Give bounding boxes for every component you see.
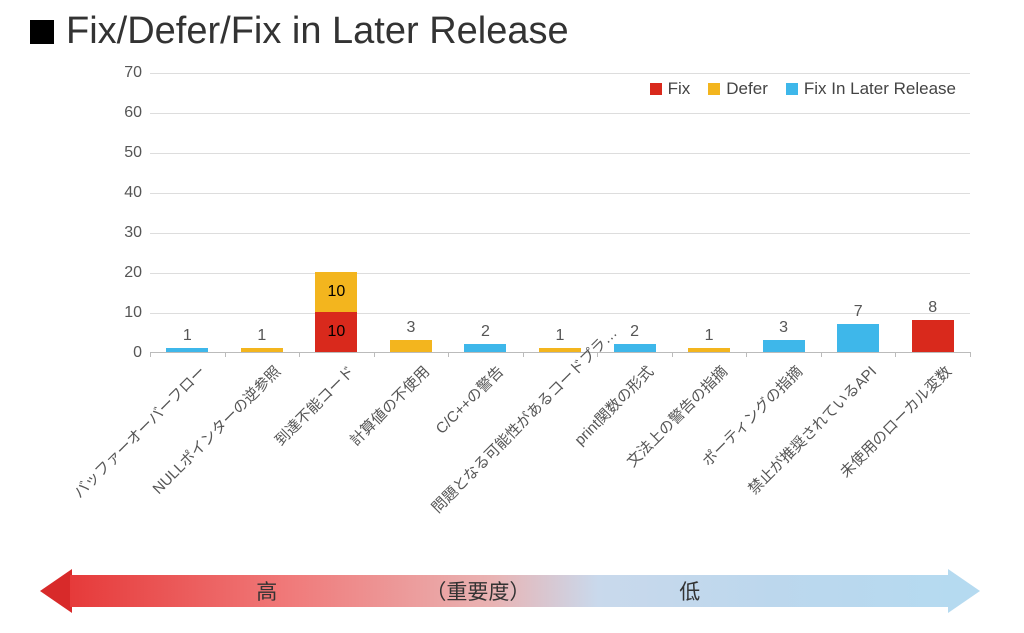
category-label: 計算値の不使用 [277, 361, 433, 517]
bar-group: 3 [390, 340, 432, 352]
x-tick [225, 352, 226, 357]
title-row: Fix/Defer/Fix in Later Release [30, 10, 994, 53]
bar-segment-fix [912, 320, 954, 352]
bar-segment-defer: 10 [315, 272, 357, 312]
bar-segment-later [614, 344, 656, 352]
category-label: C/C++の警告 [352, 361, 508, 517]
x-tick [448, 352, 449, 357]
bar-group: 1 [241, 348, 283, 352]
category-label: 文法上の警告の指摘 [576, 361, 732, 517]
legend-defer-swatch [708, 83, 720, 95]
y-tick-label: 60 [110, 105, 150, 121]
x-tick [970, 352, 971, 357]
legend-defer-label: Defer [726, 79, 768, 99]
bar-top-label: 3 [406, 319, 415, 337]
priority-mid-label: （重要度） [425, 576, 530, 606]
legend-later-label: Fix In Later Release [804, 79, 956, 99]
gridline [150, 273, 970, 274]
gridline [150, 113, 970, 114]
bar-top-label: 1 [705, 327, 714, 345]
legend-defer: Defer [708, 79, 768, 99]
bar-top-label: 1 [556, 327, 565, 345]
bar-segment-later [166, 348, 208, 352]
bar-segment-defer [390, 340, 432, 352]
bar-top-label: 2 [481, 323, 490, 341]
chart-area: Fix Defer Fix In Later Release 0 10 20 30 40… [80, 63, 1000, 513]
bar-segment-later [837, 324, 879, 352]
category-label: 問題となる可能性があるコードプラ… [427, 361, 583, 517]
category-label: NULLポインターの逆参照 [128, 361, 284, 517]
title-bullet-icon [30, 20, 54, 44]
bar-group: 2 [464, 344, 506, 352]
legend-fix-swatch [650, 83, 662, 95]
bar-top-label: 2 [630, 323, 639, 341]
bar-group: 1 [166, 348, 208, 352]
slide-root: Fix/Defer/Fix in Later Release Fix Defer… [0, 0, 1024, 633]
gridline [150, 153, 970, 154]
y-tick-label: 40 [110, 185, 150, 201]
legend-later-swatch [786, 83, 798, 95]
x-tick [523, 352, 524, 357]
bar-segment-defer [241, 348, 283, 352]
arrow-right-head-icon [948, 569, 980, 613]
bar-group: 2 [614, 344, 656, 352]
category-label: バッファーオーバーフロー [54, 361, 210, 517]
legend-fix: Fix [650, 79, 691, 99]
slide-title: Fix/Defer/Fix in Later Release [66, 10, 569, 53]
bar-top-label: 8 [928, 299, 937, 317]
x-tick [895, 352, 896, 357]
x-tick [150, 352, 151, 357]
y-tick-label: 70 [110, 65, 150, 81]
x-tick [299, 352, 300, 357]
bar-segment-later [763, 340, 805, 352]
gridline [150, 313, 970, 314]
bar-segment-fix: 10 [315, 312, 357, 352]
legend-fix-label: Fix [668, 79, 691, 99]
bar-segment-later [464, 344, 506, 352]
y-tick-label: 10 [110, 305, 150, 321]
priority-low-label: 低 [679, 576, 700, 606]
bar-segment-defer [539, 348, 581, 352]
bar-group: 8 [912, 320, 954, 352]
bar-group: 10 10 [315, 272, 357, 352]
gridline [150, 193, 970, 194]
bar-segment-defer [688, 348, 730, 352]
bar-group: 3 [763, 340, 805, 352]
category-label: 到達不能コード [203, 361, 359, 517]
category-label: print関数の形式 [501, 361, 657, 517]
x-tick [746, 352, 747, 357]
priority-high-label: 高 [256, 576, 277, 606]
plot-region: Fix Defer Fix In Later Release 010203040… [150, 73, 970, 353]
x-tick [672, 352, 673, 357]
y-tick-label: 20 [110, 265, 150, 281]
bar-group: 1 [539, 348, 581, 352]
bar-top-label: 3 [779, 319, 788, 337]
y-tick-label: 0 [110, 345, 150, 361]
gridline [150, 73, 970, 74]
bar-top-label: 7 [854, 303, 863, 321]
x-tick [374, 352, 375, 357]
x-tick [821, 352, 822, 357]
legend-later: Fix In Later Release [786, 79, 956, 99]
bar-group: 7 [837, 324, 879, 352]
y-tick-label: 50 [110, 145, 150, 161]
category-label: 禁止が推奨されているAPI [725, 361, 881, 517]
bar-top-label: 1 [183, 327, 192, 345]
y-tick-label: 30 [110, 225, 150, 241]
legend: Fix Defer Fix In Later Release [646, 77, 960, 101]
bar-segment-value: 10 [327, 324, 345, 340]
category-label: ポーティングの指摘 [650, 361, 806, 517]
arrow-left-head-icon [40, 569, 72, 613]
category-label: 未使用のローカル変数 [799, 361, 955, 517]
bar-group: 1 [688, 348, 730, 352]
priority-arrow: 高 （重要度） 低 [40, 569, 980, 613]
gridline [150, 233, 970, 234]
bar-segment-value: 10 [327, 284, 345, 300]
bar-top-label: 1 [257, 327, 266, 345]
